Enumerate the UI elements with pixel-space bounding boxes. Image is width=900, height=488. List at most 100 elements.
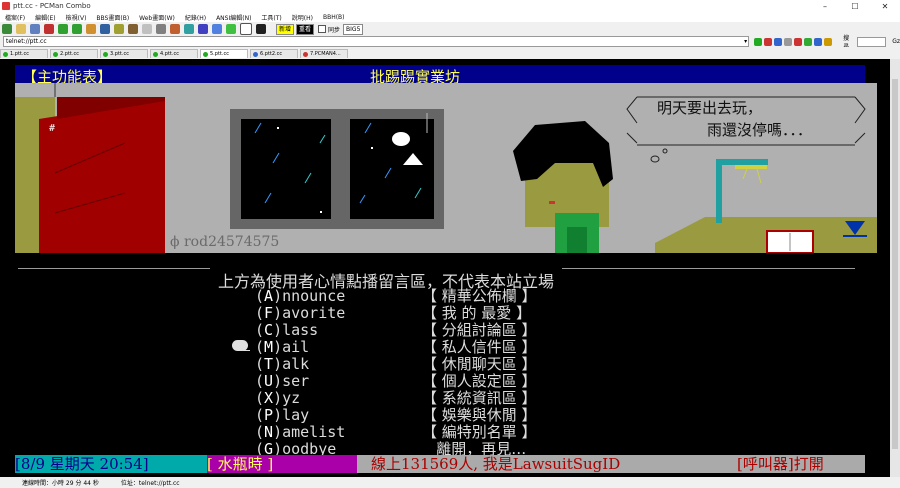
select-all-icon[interactable] (142, 24, 152, 34)
menu-label: avorite (282, 304, 346, 322)
app-icon (2, 2, 10, 10)
go-icon[interactable] (754, 37, 763, 46)
address-input[interactable]: telnet://ptt.cc ▾ (3, 36, 750, 47)
menu-item-talk[interactable]: (T)alk (255, 356, 309, 372)
hotkey: N (264, 423, 274, 441)
bbs-status-bar: [8/9 星期天 20:54] [ 水瓶時 ] 線上131569人, 我是Law… (15, 455, 865, 473)
tab-bar: 1.ptt.cc 2.ptt.cc 3.ptt.cc 4.ptt.cc 5.pt… (0, 47, 900, 58)
star-icon[interactable] (226, 24, 236, 34)
menu-item-play[interactable]: (P)lay (255, 407, 309, 423)
menu-item-mail[interactable]: (M)ail (255, 339, 309, 355)
menu-tools[interactable]: 工具(T) (256, 13, 286, 22)
bookmark-icon[interactable] (794, 37, 803, 46)
menu-edit[interactable]: 編輯(E) (30, 13, 60, 22)
wikipedia-icon[interactable] (240, 23, 252, 35)
status-online: 線上131569人, 我是LawsuitSugID (357, 455, 723, 473)
gear-icon[interactable] (784, 37, 793, 46)
menu-file[interactable]: 檔案(F) (0, 13, 30, 22)
menu-help[interactable]: 說明(H) (287, 13, 318, 22)
menu-view[interactable]: 檢視(V) (61, 13, 92, 22)
menu-item-xyz[interactable]: (X)yz (255, 390, 300, 406)
window-controls: – ☐ ✕ (810, 0, 900, 12)
review-button[interactable]: 重看 (296, 23, 315, 35)
search-extra[interactable]: Gz (892, 38, 900, 45)
lock-icon[interactable] (824, 37, 833, 46)
info-icon[interactable] (814, 37, 823, 46)
tab-label: 7.PCMAN4... (310, 51, 341, 57)
address-value: telnet://ptt.cc (6, 38, 47, 45)
back-icon[interactable] (58, 24, 68, 34)
new-window-icon[interactable] (30, 24, 40, 34)
new-button[interactable]: 新增 (276, 23, 295, 35)
scrollbar-thumb[interactable] (892, 79, 898, 449)
stop-icon[interactable] (764, 37, 773, 46)
minimize-button[interactable]: – (810, 0, 840, 12)
menu-desc-class: 【 分組討論區 】 (422, 321, 537, 339)
tab-7[interactable]: 7.PCMAN4... (300, 49, 348, 58)
tab-4[interactable]: 4.ptt.cc (150, 49, 198, 58)
status-icon (203, 51, 208, 57)
home-icon[interactable] (100, 24, 110, 34)
search-input[interactable] (856, 36, 887, 47)
menu-label: amelist (282, 423, 346, 441)
reload-icon[interactable] (86, 24, 96, 34)
tab-5[interactable]: 5.ptt.cc (200, 49, 248, 58)
menu-label: ser (282, 372, 310, 390)
open-icon[interactable] (16, 24, 26, 34)
menu-item-class[interactable]: (C)lass (255, 322, 318, 338)
close-button[interactable]: ✕ (870, 0, 900, 12)
chevron-down-icon[interactable]: ▾ (744, 37, 747, 46)
status-bar: 連線時間：小時 29 分 44 秒 位址：telnet://ptt.cc (0, 477, 900, 488)
menu-history[interactable]: 紀錄(H) (180, 13, 211, 22)
maximize-button[interactable]: ☐ (840, 0, 870, 12)
vertical-scrollbar[interactable] (890, 59, 900, 477)
status-pager: [呼叫器]打開 (723, 455, 865, 473)
tab-6[interactable]: 6.ptt2.cc (250, 49, 298, 58)
menu-label: lass (282, 321, 319, 339)
tab-label: 4.ptt.cc (160, 51, 179, 57)
title-bar: ptt.cc - PCMan Combo – ☐ ✕ (0, 0, 900, 12)
emoticon-icon[interactable] (170, 24, 180, 34)
status-date: [8/9 星期天 20:54] (15, 455, 207, 473)
ansi-icon[interactable] (156, 24, 166, 34)
refresh-icon[interactable] (804, 37, 813, 46)
connection-time: 連線時間：小時 29 分 44 秒 (22, 480, 99, 487)
tab-1[interactable]: 1.ptt.cc (0, 49, 48, 58)
menu-item-user[interactable]: (U)ser (255, 373, 309, 389)
menu-item-announce[interactable]: (A)nnounce (255, 288, 345, 304)
menu-web[interactable]: Web畫面(W) (134, 13, 180, 22)
disconnect-icon[interactable] (44, 24, 54, 34)
menu-item-namelist[interactable]: (N)amelist (255, 424, 345, 440)
sync-checkbox[interactable]: 同步 (318, 25, 340, 34)
tab-label: 5.ptt.cc (210, 51, 229, 57)
paste-icon[interactable] (128, 24, 138, 34)
menu-bbs[interactable]: BBS畫面(B) (91, 13, 134, 22)
cursor-underline (243, 350, 250, 351)
tab-label: 3.ptt.cc (110, 51, 129, 57)
globe-icon[interactable] (774, 37, 783, 46)
status-icon (3, 51, 8, 57)
hotkey: T (264, 355, 274, 373)
menu-desc-user: 【 個人設定區 】 (422, 372, 537, 390)
settings-icon[interactable] (198, 24, 208, 34)
terminal-screen[interactable]: 【主功能表】 批踢踢實業坊 # 明天要出去玩， 雨還沒停嗎．．． ϕ rod24… (0, 59, 890, 477)
connect-icon[interactable] (2, 24, 12, 34)
terminal-icon[interactable] (256, 24, 266, 34)
search-icon[interactable] (212, 24, 222, 34)
hotkey: P (264, 406, 274, 424)
tab-3[interactable]: 3.ptt.cc (100, 49, 148, 58)
forward-icon[interactable] (72, 24, 82, 34)
checkbox-box (318, 25, 327, 33)
tab-2[interactable]: 2.ptt.cc (50, 49, 98, 58)
hotkey: C (264, 321, 274, 339)
toolbar: 新增 重看 同步 BIG5 (0, 22, 900, 37)
menu-item-favorite[interactable]: (F)avorite (255, 305, 345, 321)
status-zodiac: [ 水瓶時 ] (207, 455, 357, 473)
copy-icon[interactable] (114, 24, 124, 34)
menu-ansi[interactable]: ANSI編輯(N) (211, 13, 256, 22)
menu-bbh[interactable]: BBH(B) (318, 14, 350, 21)
svg-text:#: # (49, 123, 55, 134)
encoding-select[interactable]: BIG5 (343, 23, 364, 35)
favorite-icon[interactable] (184, 24, 194, 34)
status-icon (153, 51, 158, 57)
